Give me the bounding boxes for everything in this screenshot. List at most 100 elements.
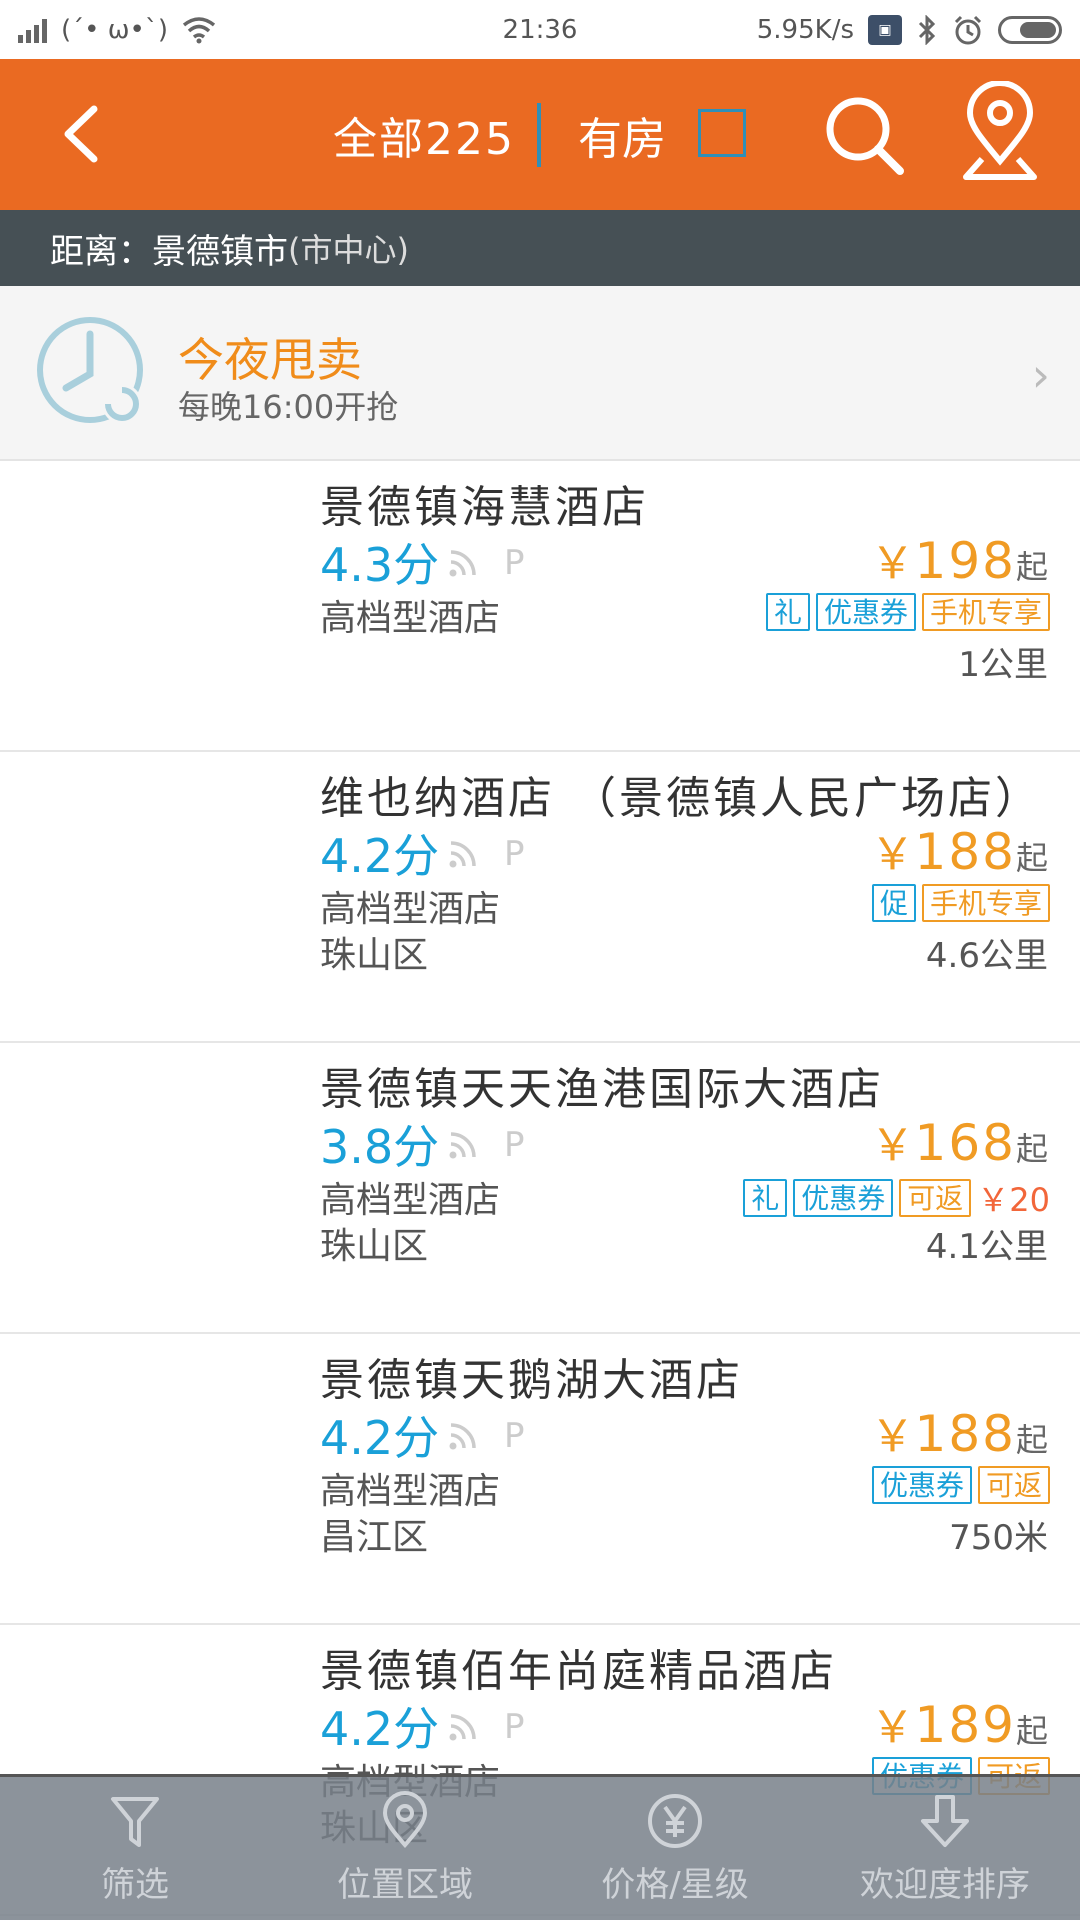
filter-icon (111, 1797, 159, 1847)
hotel-tag: 促 (871, 884, 916, 922)
distance-sub: (市中心) (288, 231, 409, 269)
hotel-amenities: P (448, 1416, 525, 1456)
tab-popularity-sort[interactable]: 欢迎度排序 (810, 1777, 1080, 1920)
wifi-icon (449, 550, 476, 577)
price-suffix: 起 (1015, 548, 1048, 586)
available-filter-label[interactable]: 有房 (578, 103, 666, 167)
clock-icon (37, 317, 143, 424)
hotel-card[interactable]: 景德镇海慧酒店 4.3分 P 高档型酒店 ￥198起 礼优惠券 手机专享 1公里 (0, 461, 1080, 752)
hotel-tags: 促手机专享 (871, 884, 1050, 922)
price-currency: ￥ (870, 829, 915, 880)
hotel-score: 3.8分 (320, 1120, 440, 1174)
hotel-card[interactable]: 景德镇天天渔港国际大酒店 3.8分 P 高档型酒店 珠山区 ￥168起 礼优惠券… (0, 1043, 1080, 1334)
hotel-name: 景德镇海慧酒店 (320, 482, 649, 533)
hotel-type: 高档型酒店 (320, 598, 501, 639)
promo-title: 今夜甩卖 (178, 333, 362, 387)
hotel-type: 高档型酒店 (320, 889, 501, 930)
available-checkbox[interactable] (698, 109, 746, 157)
tab-label: 筛选 (101, 1865, 169, 1905)
hotel-type: 高档型酒店 (320, 1471, 501, 1512)
hotel-district: 昌江区 (320, 1517, 429, 1558)
tonight-sale-banner[interactable]: 今夜甩卖 每晚16:00开抢 › (0, 286, 1080, 461)
wifi-icon (449, 841, 476, 868)
alarm-icon (954, 15, 982, 44)
hotel-amenities: P (448, 1125, 525, 1165)
hotel-tag: 礼 (765, 593, 810, 631)
hotel-tag: 手机专享 (921, 593, 1050, 631)
parking-icon: P (504, 1707, 525, 1747)
hotel-price: ￥188起 (871, 1400, 1048, 1464)
hotel-score: 4.2分 (320, 829, 440, 883)
hotel-card[interactable]: 维也纳酒店 （景德镇人民广场店） 4.2分 P 高档型酒店 珠山区 ￥188起 … (0, 752, 1080, 1043)
location-pin-icon (382, 1791, 428, 1849)
hotel-price: ￥168起 (871, 1109, 1048, 1173)
hotel-district: 珠山区 (320, 1226, 429, 1267)
price-value: 189 (914, 1696, 1016, 1754)
hotel-score: 4.3分 (320, 538, 440, 592)
parking-icon: P (504, 1416, 525, 1456)
price-value: 198 (914, 532, 1016, 590)
signal-icon (18, 17, 47, 43)
hotel-tags: 礼优惠券 可返 ￥20 (743, 1175, 1050, 1221)
hotel-name: 维也纳酒店 （景德镇人民广场店） (320, 773, 1042, 824)
price-value: 168 (914, 1114, 1016, 1172)
parking-icon: P (504, 1125, 525, 1165)
hotel-price: ￥189起 (871, 1691, 1048, 1755)
tab-label: 价格/星级 (601, 1865, 749, 1905)
sim-icon: ▣ (868, 14, 902, 45)
all-count-tab[interactable]: 全部225 (333, 103, 515, 167)
hotel-price: ￥198起 (871, 527, 1048, 591)
hotel-price: ￥188起 (871, 818, 1048, 882)
tab-label: 欢迎度排序 (860, 1865, 1030, 1905)
header-divider (537, 103, 541, 167)
search-button[interactable] (820, 85, 910, 185)
hotel-tag: 可返 (977, 1466, 1050, 1504)
distance-bar[interactable]: 距离：景德镇市 (市中心) (0, 210, 1080, 286)
hotel-tag: 优惠券 (871, 1466, 972, 1504)
hotel-district: 珠山区 (320, 935, 429, 976)
hotel-name: 景德镇佰年尚庭精品酒店 (320, 1646, 837, 1697)
chevron-right-icon: › (1031, 348, 1050, 402)
hotel-score: 4.2分 (320, 1702, 440, 1756)
price-suffix: 起 (1015, 1130, 1048, 1168)
status-bar: (´• ω•`) 21:36 5.95K/s ▣ (0, 0, 1080, 59)
wifi-icon (449, 1423, 476, 1450)
price-currency: ￥ (870, 1411, 915, 1462)
map-button[interactable] (960, 81, 1040, 185)
price-value: 188 (914, 1405, 1016, 1463)
tab-filter[interactable]: 筛选 (0, 1777, 270, 1920)
yen-icon (648, 1794, 702, 1848)
hotel-amenities: P (448, 543, 525, 583)
hotel-score: 4.2分 (320, 1411, 440, 1465)
wifi-icon (182, 16, 216, 43)
hotel-tag: 可返 (899, 1179, 972, 1217)
wifi-icon (449, 1132, 476, 1159)
promo-subtitle: 每晚16:00开抢 (178, 388, 399, 426)
battery-icon (998, 15, 1062, 44)
price-suffix: 起 (1015, 1712, 1048, 1750)
sort-down-icon (921, 1795, 969, 1847)
status-right: 5.95K/s ▣ (757, 14, 1062, 46)
parking-icon: P (504, 543, 525, 583)
tab-label: 位置区域 (337, 1865, 473, 1905)
hotel-distance: 4.1公里 (925, 1227, 1048, 1267)
bluetooth-icon (918, 14, 936, 45)
back-button[interactable] (50, 99, 120, 169)
hotel-tag: 优惠券 (815, 593, 916, 631)
hotel-type: 高档型酒店 (320, 1180, 501, 1221)
hotel-name: 景德镇天鹅湖大酒店 (320, 1355, 743, 1406)
tab-price-star[interactable]: 价格/星级 (540, 1777, 810, 1920)
hotel-name: 景德镇天天渔港国际大酒店 (320, 1064, 884, 1115)
wifi-icon (449, 1714, 476, 1741)
hotel-tag: 优惠券 (793, 1179, 894, 1217)
hotel-tag: 礼 (743, 1179, 788, 1217)
tab-location[interactable]: 位置区域 (270, 1777, 540, 1920)
hotel-distance: 750米 (949, 1518, 1048, 1558)
status-emoticon: (´• ω•`) (61, 14, 168, 45)
hotel-distance: 1公里 (958, 645, 1048, 685)
hotel-tag: 手机专享 (921, 884, 1050, 922)
distance-label: 距离：景德镇市 (50, 231, 288, 272)
price-currency: ￥ (870, 1120, 915, 1171)
hotel-card[interactable]: 景德镇天鹅湖大酒店 4.2分 P 高档型酒店 昌江区 ￥188起 优惠券 可返 7… (0, 1334, 1080, 1625)
price-suffix: 起 (1015, 1421, 1048, 1459)
